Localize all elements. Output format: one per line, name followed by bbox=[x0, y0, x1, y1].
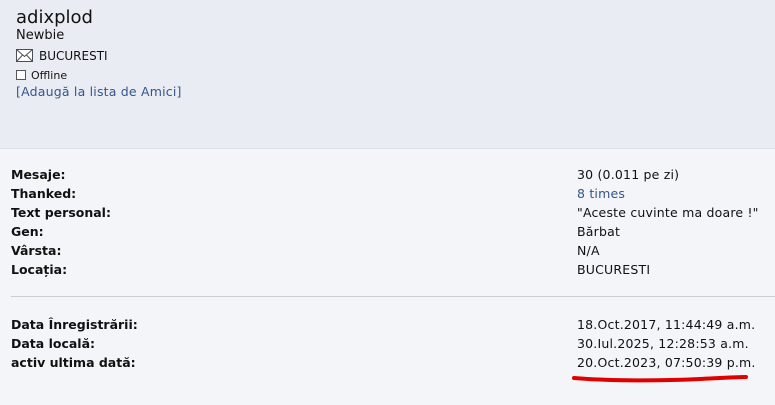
username[interactable]: adixplod bbox=[16, 7, 93, 29]
stat-row-gender: Gen: Bărbat bbox=[0, 222, 775, 241]
stat-value: N/A bbox=[577, 243, 600, 258]
stat-row-thanked: Thanked: 8 times bbox=[0, 184, 775, 203]
date-value: 20.Oct.2023, 07:50:39 p.m. bbox=[577, 355, 756, 370]
stat-label: Locația: bbox=[11, 262, 68, 277]
stat-row-age: Vârsta: N/A bbox=[0, 241, 775, 260]
stat-label: Mesaje: bbox=[11, 167, 66, 182]
stat-row-personal-text: Text personal: "Aceste cuvinte ma doare … bbox=[0, 203, 775, 222]
date-row-local: Data locală: 30.Iul.2025, 12:28:53 a.m. bbox=[0, 334, 775, 353]
date-label: Data locală: bbox=[11, 336, 96, 351]
date-label: Data Înregistrării: bbox=[11, 317, 138, 332]
add-friend-link[interactable]: [Adaugă la lista de Amici] bbox=[16, 84, 182, 100]
profile-details: Mesaje: 30 (0.011 pe zi) Thanked: 8 time… bbox=[0, 149, 775, 405]
thanked-link[interactable]: 8 times bbox=[577, 184, 625, 203]
date-label: activ ultima dată: bbox=[11, 355, 136, 370]
profile-header: adixplod Newbie BUCURESTI Offline [Adaug… bbox=[0, 0, 775, 149]
online-status: Offline bbox=[31, 68, 68, 82]
stat-label: Text personal: bbox=[11, 205, 111, 220]
status-row: Offline bbox=[16, 68, 67, 82]
date-value: 18.Oct.2017, 11:44:49 a.m. bbox=[577, 317, 756, 332]
checkbox-icon bbox=[16, 70, 26, 80]
stat-value: Bărbat bbox=[577, 224, 621, 239]
header-location: BUCURESTI bbox=[39, 48, 108, 63]
stat-row-messages: Mesaje: 30 (0.011 pe zi) bbox=[0, 165, 775, 184]
stat-label: Thanked: bbox=[11, 186, 77, 201]
envelope-icon[interactable] bbox=[16, 49, 33, 62]
stat-value: 30 (0.011 pe zi) bbox=[577, 167, 680, 182]
date-row-registered: Data Înregistrării: 18.Oct.2017, 11:44:4… bbox=[0, 315, 775, 334]
section-divider bbox=[11, 296, 775, 297]
stat-row-location: Locația: BUCURESTI bbox=[0, 260, 775, 279]
date-value: 30.Iul.2025, 12:28:53 a.m. bbox=[577, 336, 749, 351]
stat-value: "Aceste cuvinte ma doare !" bbox=[577, 205, 759, 220]
red-annotation-underline bbox=[572, 375, 748, 383]
location-row: BUCURESTI bbox=[16, 47, 108, 64]
user-rank: Newbie bbox=[16, 28, 65, 43]
stat-label: Gen: bbox=[11, 224, 44, 239]
stat-label: Vârsta: bbox=[11, 243, 62, 258]
stat-value: BUCURESTI bbox=[577, 262, 651, 277]
date-row-last-active: activ ultima dată: 20.Oct.2023, 07:50:39… bbox=[0, 353, 775, 372]
